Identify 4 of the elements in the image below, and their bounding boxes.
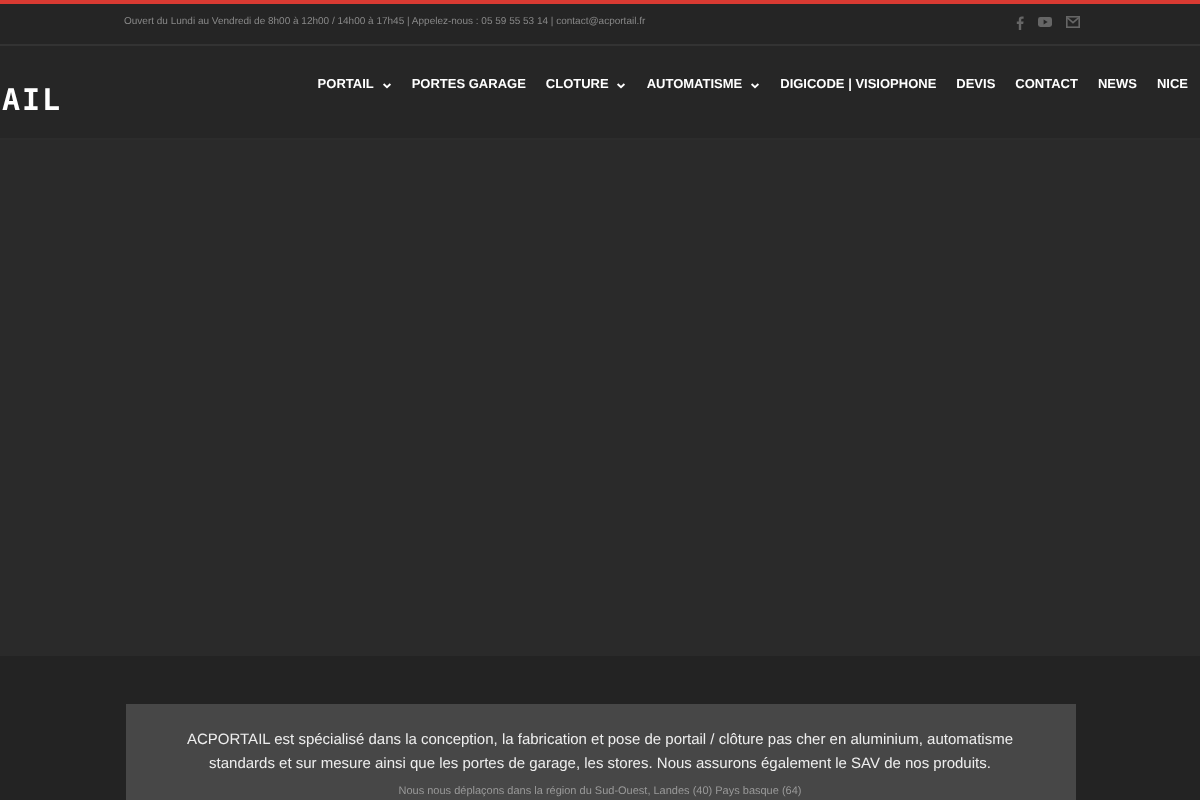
mail-icon[interactable] — [1066, 16, 1080, 29]
video-icon[interactable] — [1038, 16, 1052, 29]
logo[interactable]: AIL — [2, 78, 63, 124]
facebook-icon[interactable] — [1016, 16, 1024, 31]
